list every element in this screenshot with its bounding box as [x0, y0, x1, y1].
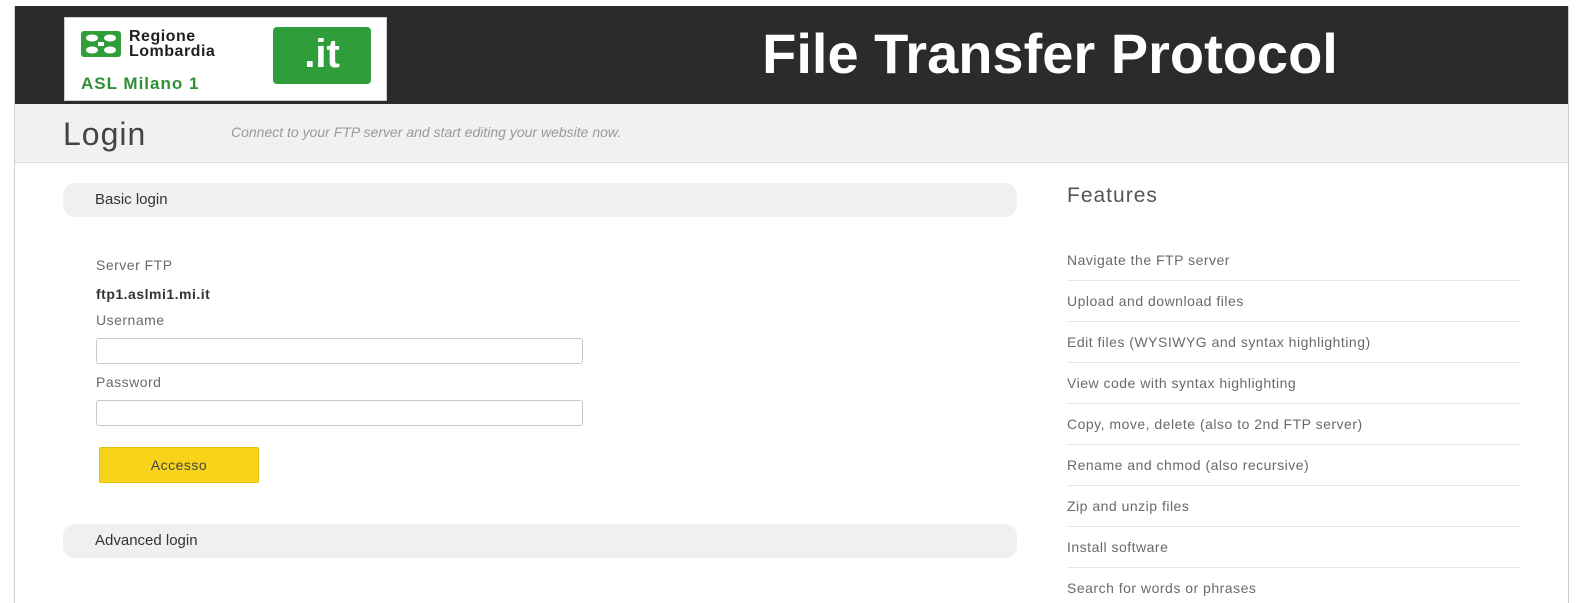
access-button[interactable]: Accesso — [99, 447, 259, 483]
features-title: Features — [1067, 184, 1158, 207]
username-input[interactable] — [96, 338, 583, 364]
basic-login-section[interactable]: Basic login — [63, 183, 1017, 217]
domain-badge: .it — [273, 27, 371, 84]
advanced-login-section[interactable]: Advanced login — [63, 524, 1017, 558]
logo-line-2: Lombardia — [129, 43, 216, 60]
logo-subtitle: ASL Milano 1 — [81, 74, 200, 93]
asl-logo: Regione Lombardia ASL Milano 1 .it — [64, 17, 387, 101]
top-banner: Regione Lombardia ASL Milano 1 .it File … — [15, 6, 1568, 104]
regione-lombardia-rose-icon — [81, 31, 121, 57]
server-value: ftp1.aslmi1.mi.it — [96, 286, 211, 302]
feature-item[interactable]: Upload and download files — [1067, 281, 1520, 322]
feature-item[interactable]: Search for words or phrases — [1067, 568, 1520, 603]
login-subheader: Login Connect to your FTP server and sta… — [15, 104, 1568, 163]
page-title: Login — [63, 116, 147, 152]
app-window: Regione Lombardia ASL Milano 1 .it File … — [14, 6, 1569, 603]
password-input[interactable] — [96, 400, 583, 426]
feature-item[interactable]: View code with syntax highlighting — [1067, 363, 1520, 404]
username-label: Username — [96, 312, 165, 328]
feature-item[interactable]: Copy, move, delete (also to 2nd FTP serv… — [1067, 404, 1520, 445]
feature-item[interactable]: Navigate the FTP server — [1067, 240, 1520, 281]
app-title: File Transfer Protocol — [762, 22, 1338, 85]
feature-item[interactable]: Install software — [1067, 527, 1520, 568]
feature-item[interactable]: Zip and unzip files — [1067, 486, 1520, 527]
feature-item[interactable]: Rename and chmod (also recursive) — [1067, 445, 1520, 486]
feature-item[interactable]: Edit files (WYSIWYG and syntax highlight… — [1067, 322, 1520, 363]
logo-region-name: Regione Lombardia — [129, 28, 216, 60]
server-label: Server FTP — [96, 257, 173, 273]
logo-line-1: Regione — [129, 28, 196, 45]
page-tagline: Connect to your FTP server and start edi… — [231, 124, 622, 140]
password-label: Password — [96, 374, 162, 390]
features-list: Navigate the FTP server Upload and downl… — [1067, 240, 1520, 603]
